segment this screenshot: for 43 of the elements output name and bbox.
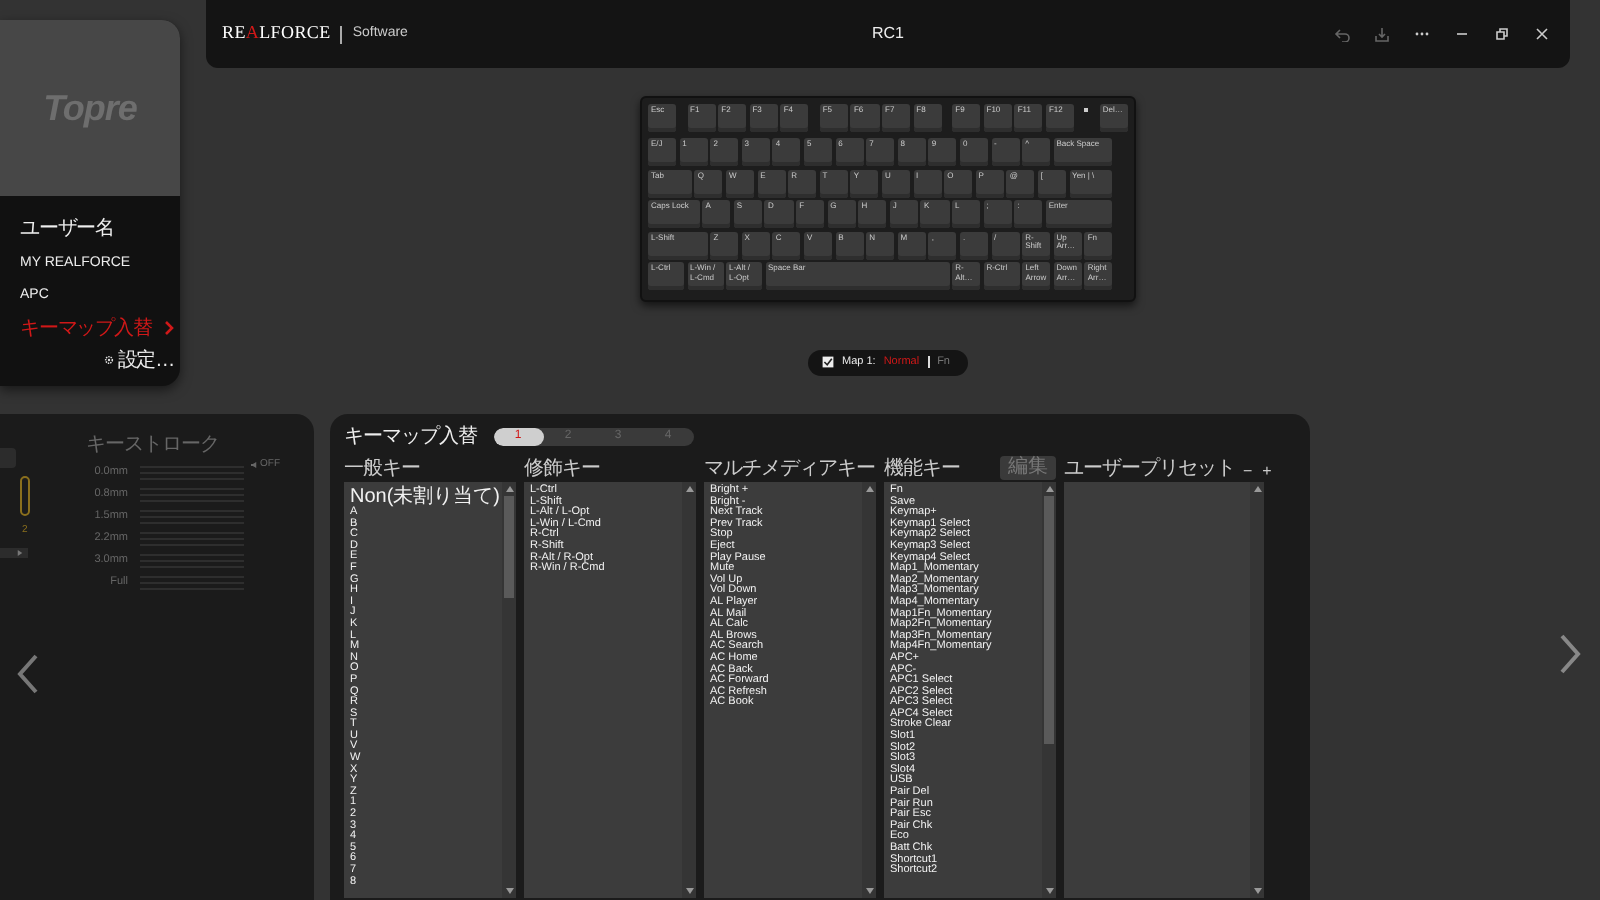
checkbox[interactable] (822, 356, 834, 368)
arrow-right-icon (16, 549, 24, 555)
section-title: キーストローク (86, 432, 221, 460)
menu-item[interactable]: 設定… (20, 346, 180, 374)
undo-icon[interactable] (1334, 26, 1350, 42)
download-icon[interactable] (1374, 26, 1390, 42)
user-name: ユーザー名 (20, 216, 117, 244)
cut-off-bar[interactable] (0, 547, 28, 557)
scroll-down-icon[interactable] (505, 888, 513, 894)
list-item[interactable]: Non(未割り当て) (350, 486, 496, 508)
scroll-down-icon[interactable] (865, 888, 873, 894)
chevron-right-icon[interactable] (1556, 632, 1584, 676)
panel-title: キーマップ入替 (344, 423, 477, 451)
scroll-up-icon[interactable] (1045, 486, 1053, 492)
gear-icon (103, 352, 114, 368)
scroll-down-icon[interactable] (1045, 888, 1053, 894)
chevron-left-icon[interactable] (14, 652, 42, 696)
speaker-icon (250, 462, 258, 469)
column-heading: 一般キー (344, 460, 420, 480)
scrollbar[interactable] (1250, 482, 1264, 898)
brand-logo: REALFORCE (222, 20, 331, 47)
window-title: RC1 (872, 22, 904, 46)
column-heading: 機能キー (884, 460, 960, 480)
column-heading: 修飾キー (524, 460, 600, 480)
remove-button[interactable]: − (1241, 464, 1255, 480)
scroll-up-icon[interactable] (505, 486, 513, 492)
restore-icon[interactable] (1494, 26, 1510, 42)
scroll-down-icon[interactable] (1253, 888, 1261, 894)
scrollbar[interactable] (682, 482, 696, 898)
indicator-light (1084, 108, 1089, 112)
scroll-up-icon[interactable] (865, 486, 873, 492)
column-heading: ユーザープリセット (1064, 460, 1235, 480)
scroll-down-icon[interactable] (685, 888, 693, 894)
scroll-up-icon[interactable] (1253, 486, 1261, 492)
scroll-up-icon[interactable] (685, 486, 693, 492)
scrollbar[interactable] (502, 482, 516, 898)
cut-off-switch[interactable] (20, 476, 30, 516)
add-button[interactable]: + (1260, 464, 1274, 480)
scrollbar[interactable] (862, 482, 876, 898)
column-heading: マルチメディアキー (704, 460, 875, 480)
chevron-right-icon (164, 320, 174, 336)
close-icon[interactable] (1534, 26, 1550, 42)
scrollbar[interactable] (1042, 482, 1056, 898)
